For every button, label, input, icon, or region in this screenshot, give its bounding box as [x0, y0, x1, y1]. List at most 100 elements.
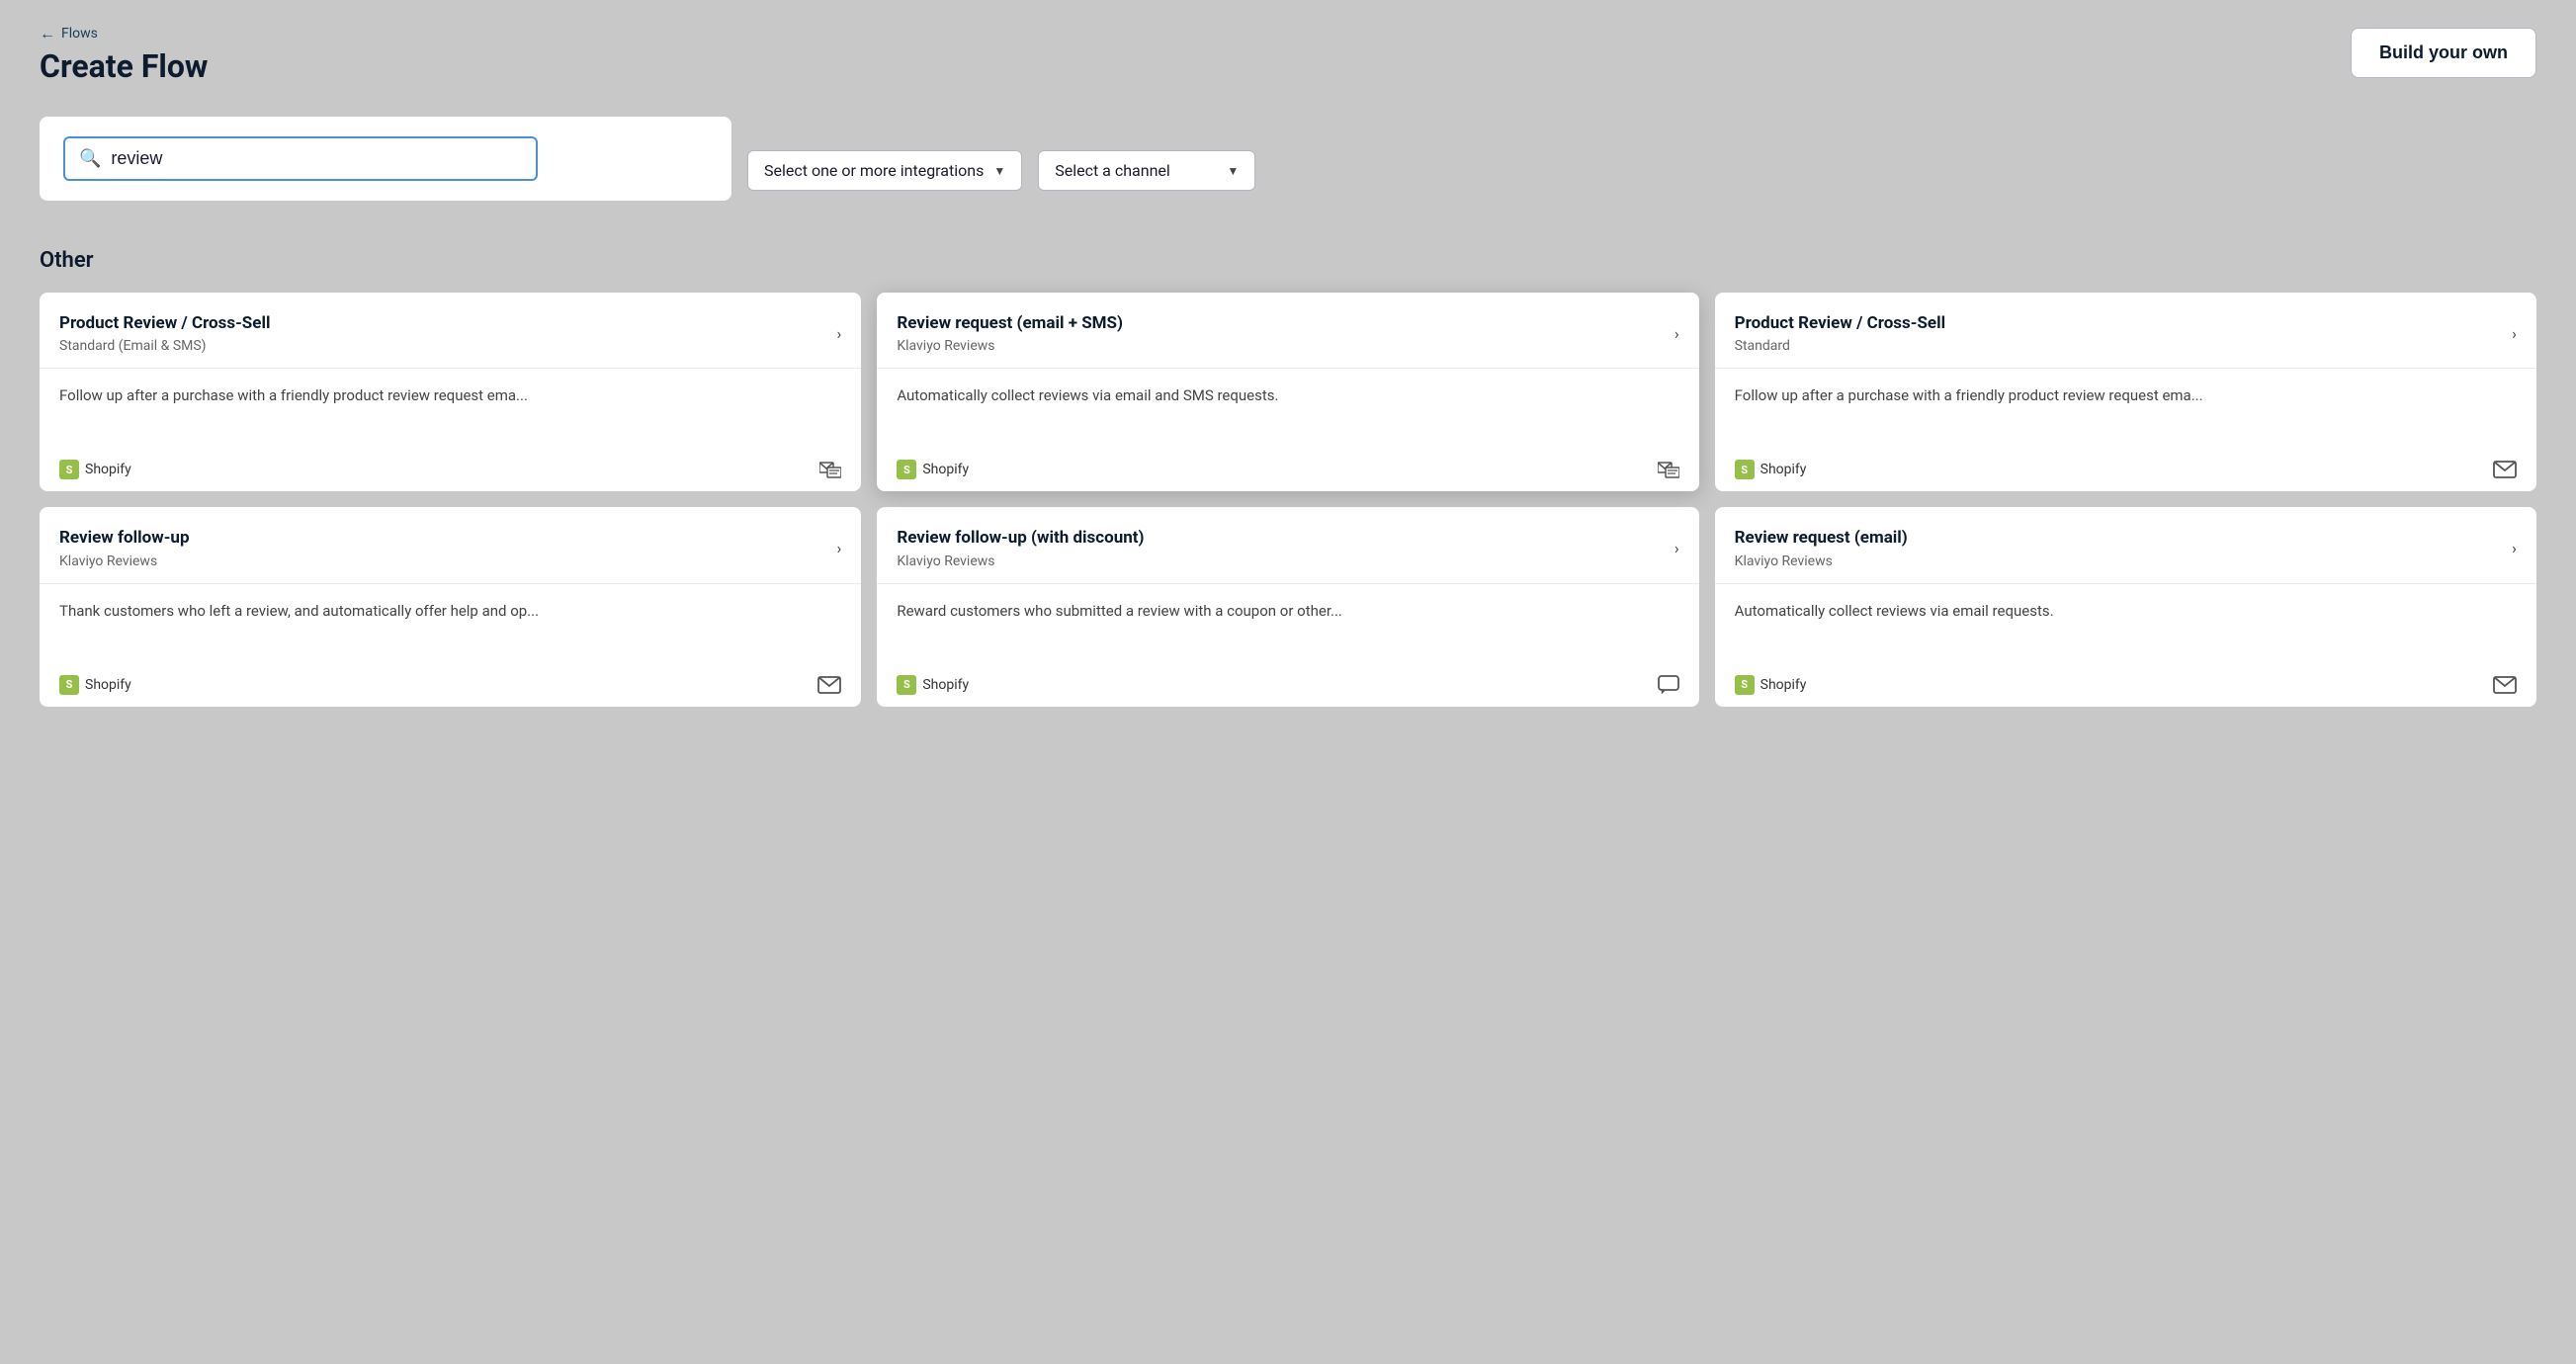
page-title: Create Flow	[40, 47, 208, 85]
card-title-row: Review follow-up (with discount) Klaviyo…	[897, 527, 1678, 568]
shopify-icon: S	[897, 460, 916, 479]
card-title: Review follow-up (with discount)	[897, 527, 1144, 549]
card-description: Follow up after a purchase with a friend…	[40, 369, 861, 448]
integration-name: Shopify	[85, 462, 131, 477]
integrations-chevron-down-icon: ▼	[993, 164, 1005, 178]
card-footer: S Shopify	[1715, 663, 2536, 707]
shopify-icon: S	[897, 675, 916, 695]
card-product-review-cross-sell-2[interactable]: Product Review / Cross-Sell Standard › F…	[1715, 293, 2536, 491]
section-title: Other	[40, 248, 2536, 273]
integration-badge: S Shopify	[1735, 460, 1807, 479]
header-left: ← Flows Create Flow	[40, 24, 208, 85]
search-input-wrapper[interactable]: 🔍	[63, 136, 538, 181]
email-icon	[817, 676, 841, 694]
header: ← Flows Create Flow Build your own	[40, 24, 2536, 85]
channel-dropdown[interactable]: Select a channel ▼	[1038, 150, 1255, 191]
integration-badge: S Shopify	[897, 675, 969, 695]
card-title: Review follow-up	[59, 527, 190, 549]
search-icon: 🔍	[79, 148, 101, 169]
card-title-block: Product Review / Cross-Sell Standard (Em…	[59, 312, 270, 354]
search-input[interactable]	[111, 148, 522, 169]
email-icon	[2493, 676, 2517, 694]
card-title: Product Review / Cross-Sell	[59, 312, 270, 334]
card-title-row: Review request (email + SMS) Klaviyo Rev…	[897, 312, 1678, 354]
card-subtitle: Klaviyo Reviews	[897, 338, 1123, 354]
card-top: Review follow-up Klaviyo Reviews ›	[40, 507, 861, 583]
card-title-block: Review follow-up (with discount) Klaviyo…	[897, 527, 1144, 568]
page-wrapper: ← Flows Create Flow Build your own 🔍 Sel…	[0, 0, 2576, 1364]
sms-icon	[1658, 675, 1679, 695]
card-chevron-right-icon: ›	[1674, 539, 1679, 557]
card-footer: S Shopify	[40, 448, 861, 491]
card-top: Review follow-up (with discount) Klaviyo…	[877, 507, 1698, 583]
card-chevron-right-icon: ›	[1674, 324, 1679, 343]
card-top: Review request (email) Klaviyo Reviews ›	[1715, 507, 2536, 583]
card-title: Product Review / Cross-Sell	[1735, 312, 1945, 334]
integration-name: Shopify	[1760, 677, 1807, 693]
filters-bar: 🔍 Select one or more integrations ▼ Sele…	[40, 117, 2536, 224]
card-title-row: Product Review / Cross-Sell Standard (Em…	[59, 312, 841, 354]
email-icon	[2493, 461, 2517, 478]
search-area: 🔍	[40, 117, 731, 201]
card-review-followup[interactable]: Review follow-up Klaviyo Reviews › Thank…	[40, 507, 861, 706]
card-footer: S Shopify	[877, 448, 1698, 491]
card-title: Review request (email)	[1735, 527, 1908, 549]
email-sms-icon	[819, 461, 841, 478]
shopify-icon: S	[59, 675, 79, 695]
card-title-block: Review follow-up Klaviyo Reviews	[59, 527, 190, 568]
back-arrow-icon: ←	[40, 24, 55, 43]
card-subtitle: Standard (Email & SMS)	[59, 338, 270, 354]
card-product-review-cross-sell-1[interactable]: Product Review / Cross-Sell Standard (Em…	[40, 293, 861, 491]
card-description: Automatically collect reviews via email …	[877, 369, 1698, 448]
card-subtitle: Klaviyo Reviews	[897, 554, 1144, 569]
card-chevron-right-icon: ›	[837, 324, 842, 343]
integration-badge: S Shopify	[59, 460, 131, 479]
card-title-block: Review request (email + SMS) Klaviyo Rev…	[897, 312, 1123, 354]
card-title-row: Product Review / Cross-Sell Standard ›	[1735, 312, 2517, 354]
card-title-block: Review request (email) Klaviyo Reviews	[1735, 527, 1908, 568]
card-description: Automatically collect reviews via email …	[1715, 584, 2536, 663]
email-sms-icon	[1658, 461, 1679, 478]
shopify-icon: S	[59, 460, 79, 479]
integration-badge: S Shopify	[897, 460, 969, 479]
card-review-request-email[interactable]: Review request (email) Klaviyo Reviews ›…	[1715, 507, 2536, 706]
cards-row-2: Review follow-up Klaviyo Reviews › Thank…	[40, 507, 2536, 706]
card-chevron-right-icon: ›	[2512, 324, 2517, 343]
card-title-row: Review request (email) Klaviyo Reviews ›	[1735, 527, 2517, 568]
shopify-icon: S	[1735, 460, 1755, 479]
card-subtitle: Standard	[1735, 338, 1945, 354]
integrations-dropdown[interactable]: Select one or more integrations ▼	[747, 150, 1022, 191]
multichannel-icon	[819, 461, 841, 478]
integration-name: Shopify	[85, 677, 131, 693]
card-description: Follow up after a purchase with a friend…	[1715, 369, 2536, 448]
integrations-dropdown-label: Select one or more integrations	[764, 161, 984, 180]
card-top: Review request (email + SMS) Klaviyo Rev…	[877, 293, 1698, 369]
shopify-icon: S	[1735, 675, 1755, 695]
card-top: Product Review / Cross-Sell Standard (Em…	[40, 293, 861, 369]
channel-chevron-down-icon: ▼	[1227, 164, 1239, 178]
channel-dropdown-label: Select a channel	[1055, 161, 1170, 180]
card-title-row: Review follow-up Klaviyo Reviews ›	[59, 527, 841, 568]
integration-name: Shopify	[1760, 462, 1807, 477]
card-title-block: Product Review / Cross-Sell Standard	[1735, 312, 1945, 354]
card-top: Product Review / Cross-Sell Standard ›	[1715, 293, 2536, 369]
build-your-own-button[interactable]: Build your own	[2351, 28, 2536, 78]
card-footer: S Shopify	[877, 663, 1698, 707]
card-description: Thank customers who left a review, and a…	[40, 584, 861, 663]
integration-name: Shopify	[922, 462, 969, 477]
integration-name: Shopify	[922, 677, 969, 693]
card-review-followup-discount[interactable]: Review follow-up (with discount) Klaviyo…	[877, 507, 1698, 706]
card-description: Reward customers who submitted a review …	[877, 584, 1698, 663]
card-footer: S Shopify	[1715, 448, 2536, 491]
multichannel-icon	[1658, 461, 1679, 478]
back-label: Flows	[61, 26, 98, 42]
integration-badge: S Shopify	[59, 675, 131, 695]
card-review-request-email-sms[interactable]: Review request (email + SMS) Klaviyo Rev…	[877, 293, 1698, 491]
integration-badge: S Shopify	[1735, 675, 1807, 695]
card-subtitle: Klaviyo Reviews	[1735, 554, 1908, 569]
card-chevron-right-icon: ›	[837, 539, 842, 557]
card-chevron-right-icon: ›	[2512, 539, 2517, 557]
card-title: Review request (email + SMS)	[897, 312, 1123, 334]
card-footer: S Shopify	[40, 663, 861, 707]
back-link[interactable]: ← Flows	[40, 24, 208, 43]
